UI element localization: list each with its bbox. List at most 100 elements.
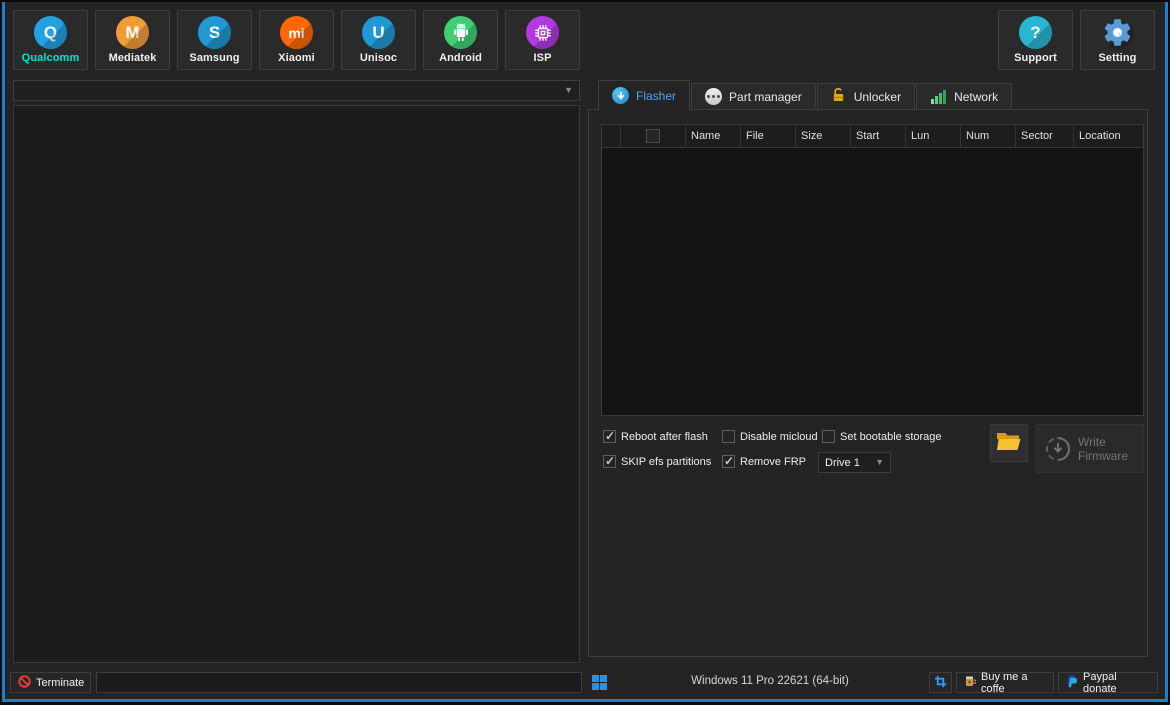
tab-network-label: Network: [954, 90, 998, 104]
flash-tool-window: Q Qualcomm M Mediatek S Samsung mi Xiaom…: [0, 0, 1170, 705]
support-button[interactable]: ? Support: [998, 10, 1073, 70]
tab-part-manager-label: Part manager: [729, 90, 802, 104]
partition-table[interactable]: Name File Size Start Lun Num Sector Loca…: [601, 124, 1144, 416]
qualcomm-label: Qualcomm: [22, 52, 80, 64]
tab-unlocker[interactable]: Unlocker: [817, 83, 915, 110]
snip-button[interactable]: [929, 672, 952, 693]
tab-unlocker-label: Unlocker: [854, 90, 901, 104]
windows-logo-button[interactable]: [588, 672, 611, 693]
xiaomi-letter: mi: [288, 25, 304, 41]
os-info-text: Windows 11 Pro 22621 (64-bit): [620, 675, 920, 687]
partition-table-header: Name File Size Start Lun Num Sector Loca…: [602, 125, 1143, 148]
window-border-left: [2, 2, 5, 702]
skip-efs-partitions-checkbox[interactable]: [603, 455, 616, 468]
header-row-index-column: [602, 125, 621, 147]
download-dashed-circle-icon: [1046, 437, 1070, 461]
gear-icon: [1101, 16, 1134, 49]
device-select-combobox[interactable]: ▼: [13, 80, 580, 101]
tab-bar: Flasher Part manager Unlocker Network: [598, 80, 1013, 110]
mediatek-letter: M: [125, 23, 139, 43]
window-border-bottom: [2, 699, 1168, 702]
xiaomi-label: Xiaomi: [278, 52, 315, 64]
buy-coffee-button[interactable]: Buy me a coffe: [956, 672, 1054, 693]
column-header-size[interactable]: Size: [796, 125, 851, 147]
samsung-label: Samsung: [189, 52, 239, 64]
column-header-start[interactable]: Start: [851, 125, 906, 147]
option-disable-micloud: Disable micloud: [722, 430, 818, 443]
column-header-location[interactable]: Location: [1074, 125, 1143, 147]
top-right-toolbar: ? Support Setting: [998, 10, 1155, 70]
samsung-letter: S: [209, 23, 220, 43]
folder-icon: [996, 430, 1022, 457]
qualcomm-letter: Q: [44, 23, 57, 43]
drive-select-dropdown[interactable]: Drive 1 ▼: [818, 452, 891, 473]
support-label: Support: [1014, 52, 1057, 64]
xiaomi-button[interactable]: mi Xiaomi: [259, 10, 334, 70]
no-entry-icon: [18, 675, 31, 691]
windows-logo-icon: [592, 675, 607, 690]
tab-flasher-label: Flasher: [636, 89, 676, 103]
disable-micloud-checkbox[interactable]: [722, 430, 735, 443]
remove-frp-label: Remove FRP: [740, 456, 806, 468]
option-remove-frp: Remove FRP: [722, 455, 806, 468]
qualcomm-button[interactable]: Q Qualcomm: [13, 10, 88, 70]
log-output-panel[interactable]: [13, 105, 580, 663]
buy-coffee-label: Buy me a coffe: [981, 671, 1046, 695]
terminate-label: Terminate: [36, 677, 84, 689]
android-robot-icon: [444, 16, 477, 49]
disable-micloud-label: Disable micloud: [740, 431, 818, 443]
brand-toolbar: Q Qualcomm M Mediatek S Samsung mi Xiaom…: [13, 10, 580, 70]
terminate-button[interactable]: Terminate: [10, 672, 91, 693]
open-firmware-folder-button[interactable]: [990, 424, 1028, 462]
open-padlock-icon: [831, 87, 847, 106]
mediatek-button[interactable]: M Mediatek: [95, 10, 170, 70]
column-header-sector[interactable]: Sector: [1016, 125, 1074, 147]
set-bootable-storage-checkbox[interactable]: [822, 430, 835, 443]
isp-label: ISP: [533, 52, 551, 64]
column-header-num[interactable]: Num: [961, 125, 1016, 147]
paypal-donate-label: Paypal donate: [1083, 671, 1150, 695]
samsung-button[interactable]: S Samsung: [177, 10, 252, 70]
android-label: Android: [439, 52, 482, 64]
option-reboot-after-flash: Reboot after flash: [603, 430, 708, 443]
unisoc-button[interactable]: U Unisoc: [341, 10, 416, 70]
isp-button[interactable]: ISP: [505, 10, 580, 70]
progress-bar: [96, 672, 582, 693]
tab-part-manager[interactable]: Part manager: [691, 83, 816, 110]
setting-button[interactable]: Setting: [1080, 10, 1155, 70]
crop-icon: [934, 675, 947, 691]
reboot-after-flash-checkbox[interactable]: [603, 430, 616, 443]
chevron-down-icon: ▼: [564, 86, 573, 95]
download-circle-icon: [612, 87, 629, 104]
column-header-name[interactable]: Name: [686, 125, 741, 147]
tab-flasher[interactable]: Flasher: [598, 80, 690, 110]
xiaomi-icon: mi: [280, 16, 313, 49]
samsung-icon: S: [198, 16, 231, 49]
paypal-icon: [1066, 675, 1078, 691]
write-firmware-label: Write Firmware: [1078, 435, 1134, 463]
mediatek-icon: M: [116, 16, 149, 49]
chevron-down-icon: ▼: [875, 458, 884, 467]
chip-icon: [526, 16, 559, 49]
dots-circle-icon: [705, 88, 722, 105]
qualcomm-icon: Q: [34, 16, 67, 49]
header-checkbox-cell: [621, 125, 686, 147]
question-mark-icon: ?: [1019, 16, 1052, 49]
coffee-cup-icon: [964, 675, 976, 690]
android-button[interactable]: Android: [423, 10, 498, 70]
column-header-lun[interactable]: Lun: [906, 125, 961, 147]
paypal-donate-button[interactable]: Paypal donate: [1058, 672, 1158, 693]
mediatek-label: Mediatek: [109, 52, 157, 64]
write-firmware-button[interactable]: Write Firmware: [1036, 424, 1144, 473]
drive-select-value: Drive 1: [825, 457, 860, 469]
unisoc-label: Unisoc: [360, 52, 397, 64]
unisoc-letter: U: [372, 23, 384, 43]
unisoc-icon: U: [362, 16, 395, 49]
column-header-file[interactable]: File: [741, 125, 796, 147]
select-all-checkbox[interactable]: [646, 129, 660, 143]
set-bootable-storage-label: Set bootable storage: [840, 431, 942, 443]
setting-label: Setting: [1099, 52, 1137, 64]
tab-network[interactable]: Network: [916, 83, 1012, 110]
remove-frp-checkbox[interactable]: [722, 455, 735, 468]
signal-bars-icon: [930, 89, 947, 104]
